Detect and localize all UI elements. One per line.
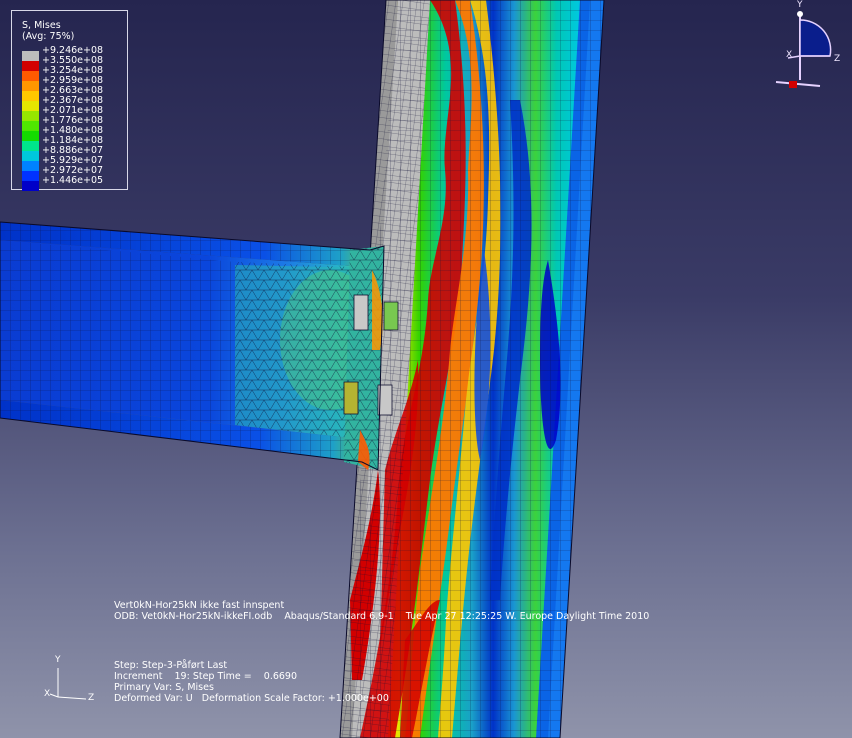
legend-swatch	[22, 111, 39, 121]
legend-swatch	[22, 121, 39, 131]
legend-swatch	[22, 51, 39, 61]
legend-swatch	[22, 151, 39, 161]
primary-var-line: Primary Var: S, Mises	[114, 682, 214, 693]
legend-swatch	[22, 161, 39, 171]
job-info: Vert0kN-Hor25kN ikke fast innspent ODB: …	[114, 600, 649, 622]
increment-line: Increment 19: Step Time = 0.6690	[114, 671, 298, 682]
view-triad-x-label: X	[786, 50, 793, 60]
step-info: Step: Step-3-Påført Last Increment 19: S…	[114, 660, 389, 704]
global-triad-z-label: Z	[88, 693, 95, 703]
global-triad	[49, 668, 87, 700]
legend-subtitle: (Avg: 75%)	[22, 31, 75, 42]
legend-swatch	[22, 181, 39, 191]
legend-swatch	[22, 61, 39, 71]
stress-legend: S, Mises (Avg: 75%) +9.246e+08 +3.550e+08…	[11, 10, 128, 191]
legend-swatch	[22, 101, 39, 111]
legend-swatch	[22, 141, 39, 151]
deformed-var-line: Deformed Var: U Deformation Scale Factor…	[114, 693, 389, 704]
legend-tick-label: +1.446e+05	[42, 175, 104, 186]
view-triad	[775, 11, 832, 88]
legend-swatch	[22, 131, 39, 141]
odb-line: ODB: Vet0kN-Hor25kN-ikkeFI.odb Abaqus/St…	[114, 611, 650, 622]
beam	[0, 221, 399, 471]
legend-swatch	[22, 91, 39, 101]
legend-swatch	[22, 71, 39, 81]
job-title: Vert0kN-Hor25kN ikke fast innspent	[114, 600, 285, 611]
legend-ticks: +9.246e+08 +3.550e+08 +3.254e+08 +2.959e+08…	[42, 46, 103, 186]
legend-color-bar	[22, 51, 39, 191]
view-triad-z-label: Z	[834, 54, 841, 64]
legend-title: S, Mises	[22, 20, 61, 31]
global-triad-x-label: X	[44, 689, 51, 699]
legend-swatch	[22, 171, 39, 181]
view-triad-y-label: Y	[797, 0, 803, 10]
step-line: Step: Step-3-Påført Last	[114, 660, 228, 671]
legend-swatch	[22, 81, 39, 91]
global-triad-y-label: Y	[55, 655, 61, 665]
